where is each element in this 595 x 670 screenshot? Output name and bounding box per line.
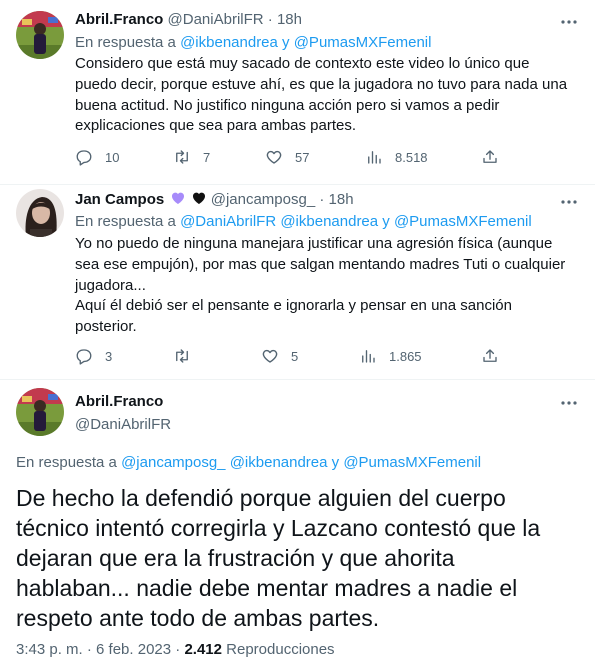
reply-tweet-1[interactable]: Abril.Franco @DaniAbrilFR · 18h En respu… xyxy=(0,0,595,185)
more-options-icon[interactable] xyxy=(559,192,579,212)
timestamp[interactable]: 3:43 p. m. · 6 feb. 2023 · xyxy=(16,641,180,658)
avatar[interactable] xyxy=(16,388,64,436)
black-heart-icon xyxy=(192,192,205,204)
tweet-line: De hecho la defendió porque alguien del … xyxy=(16,485,506,511)
tweet-text: De hecho la defendió porque alguien del … xyxy=(16,483,576,633)
tweet-line: posterior. xyxy=(75,318,137,336)
tweet-line: respeto ante todo de ambas partes. xyxy=(16,605,380,631)
reply-context: En respuesta a @jancamposg_ @ikbenandrea… xyxy=(16,453,481,473)
display-name[interactable]: Abril.Franco xyxy=(75,11,163,28)
tweet-line: Aquí él debió ser el pensante e ignorarl… xyxy=(75,297,512,315)
reply-context: En respuesta a @DaniAbrilFR @ikbenandrea… xyxy=(75,212,532,232)
handle[interactable]: @jancamposg_ xyxy=(211,191,315,208)
share-icon xyxy=(483,349,497,362)
separator: · xyxy=(267,11,273,28)
display-name[interactable]: Abril.Franco xyxy=(75,392,171,412)
author-name-block: Abril.Franco @DaniAbrilFR xyxy=(75,392,171,435)
retweet-count: 7 xyxy=(203,149,211,165)
avatar[interactable] xyxy=(16,11,64,59)
purple-heart-icon xyxy=(172,192,185,204)
reply-prefix: En respuesta a xyxy=(16,454,117,471)
share-button[interactable] xyxy=(481,147,499,167)
tweet-line: Considero que está muy sacado de context… xyxy=(75,55,530,72)
retweet-button[interactable] xyxy=(173,346,203,366)
views-label: Reproducciones xyxy=(226,641,335,658)
reply-context: En respuesta a @ikbenandrea y @PumasMXFe… xyxy=(75,33,431,53)
views-button[interactable]: 1.865 xyxy=(359,346,422,366)
tweet-line: sea ese empujón), por mas que salgan men… xyxy=(75,255,566,273)
views-button[interactable]: 8.518 xyxy=(365,147,428,167)
tweet-text: Considero que está muy sacado de context… xyxy=(75,54,575,137)
more-options-icon[interactable] xyxy=(559,393,579,413)
avatar[interactable] xyxy=(16,189,64,237)
tweet-line: puedo decir, porque estuve ahí, es que l… xyxy=(75,75,568,93)
timestamp[interactable]: 18h xyxy=(329,191,354,208)
heart-icon xyxy=(266,150,282,164)
timestamp[interactable]: 18h xyxy=(277,11,302,28)
analytics-icon xyxy=(368,151,381,164)
reply-icon xyxy=(76,150,92,166)
tweet-line: técnico intentó corregirla y Lazcano con… xyxy=(16,515,541,541)
like-count: 5 xyxy=(291,348,299,364)
tweet-line: jugadora... xyxy=(75,276,146,294)
reply-prefix: En respuesta a xyxy=(75,213,176,230)
reply-icon xyxy=(76,349,92,365)
reply-count: 10 xyxy=(105,149,120,165)
tweet-header: Abril.Franco @DaniAbrilFR · 18h xyxy=(75,10,302,30)
like-button[interactable]: 5 xyxy=(261,346,298,366)
retweet-button[interactable]: 7 xyxy=(173,147,210,167)
share-icon xyxy=(483,150,497,163)
tweet-line: dejaran que era la frustración y que aho… xyxy=(16,545,455,571)
reply-mentions[interactable]: @jancamposg_ @ikbenandrea y @PumasMXFeme… xyxy=(121,454,481,471)
reply-prefix: En respuesta a xyxy=(75,34,176,51)
reply-button[interactable]: 10 xyxy=(75,147,119,167)
like-count: 57 xyxy=(295,149,310,165)
more-options-icon[interactable] xyxy=(559,12,579,32)
separator: · xyxy=(319,191,325,208)
tweet-text: Yo no puedo de ninguna manejara justific… xyxy=(75,234,575,338)
reply-button[interactable]: 3 xyxy=(75,346,112,366)
reply-count: 3 xyxy=(105,348,113,364)
tweet-line: buena actitud. No justifico ninguna acci… xyxy=(75,96,500,114)
reply-tweet-2[interactable]: Jan Campos @jancamposg_ · 18h En respues… xyxy=(0,185,595,380)
tweet-meta: 3:43 p. m. · 6 feb. 2023 · 2.412 Reprodu… xyxy=(16,640,335,660)
handle[interactable]: @DaniAbrilFR xyxy=(168,11,264,28)
heart-icon xyxy=(262,349,278,363)
views-count: 8.518 xyxy=(395,149,428,165)
retweet-icon xyxy=(176,349,188,363)
tweet-line: explicaciones que sea para ambas partes. xyxy=(75,117,357,135)
tweet-line: Yo no puedo de ninguna manejara justific… xyxy=(75,235,553,252)
focused-tweet: Abril.Franco @DaniAbrilFR En respuesta a… xyxy=(0,380,595,670)
handle[interactable]: @DaniAbrilFR xyxy=(75,415,171,435)
retweet-icon xyxy=(176,150,188,164)
like-button[interactable]: 57 xyxy=(265,147,309,167)
share-button[interactable] xyxy=(481,346,499,366)
views-count: 2.412 xyxy=(184,641,222,658)
reply-mentions[interactable]: @DaniAbrilFR @ikbenandrea y @PumasMXFeme… xyxy=(180,213,532,230)
views-count: 1.865 xyxy=(389,348,422,364)
analytics-icon xyxy=(362,350,375,363)
display-name[interactable]: Jan Campos xyxy=(75,191,164,208)
tweet-line: hablaban... nadie debe mentar madres a n… xyxy=(16,575,518,601)
tweet-header: Jan Campos @jancamposg_ · 18h xyxy=(75,190,354,210)
tweet-actions: 10 7 57 8.518 xyxy=(75,147,500,167)
tweet-actions: 3 5 1.865 xyxy=(75,346,500,366)
reply-mentions[interactable]: @ikbenandrea y @PumasMXFemenil xyxy=(180,34,431,51)
